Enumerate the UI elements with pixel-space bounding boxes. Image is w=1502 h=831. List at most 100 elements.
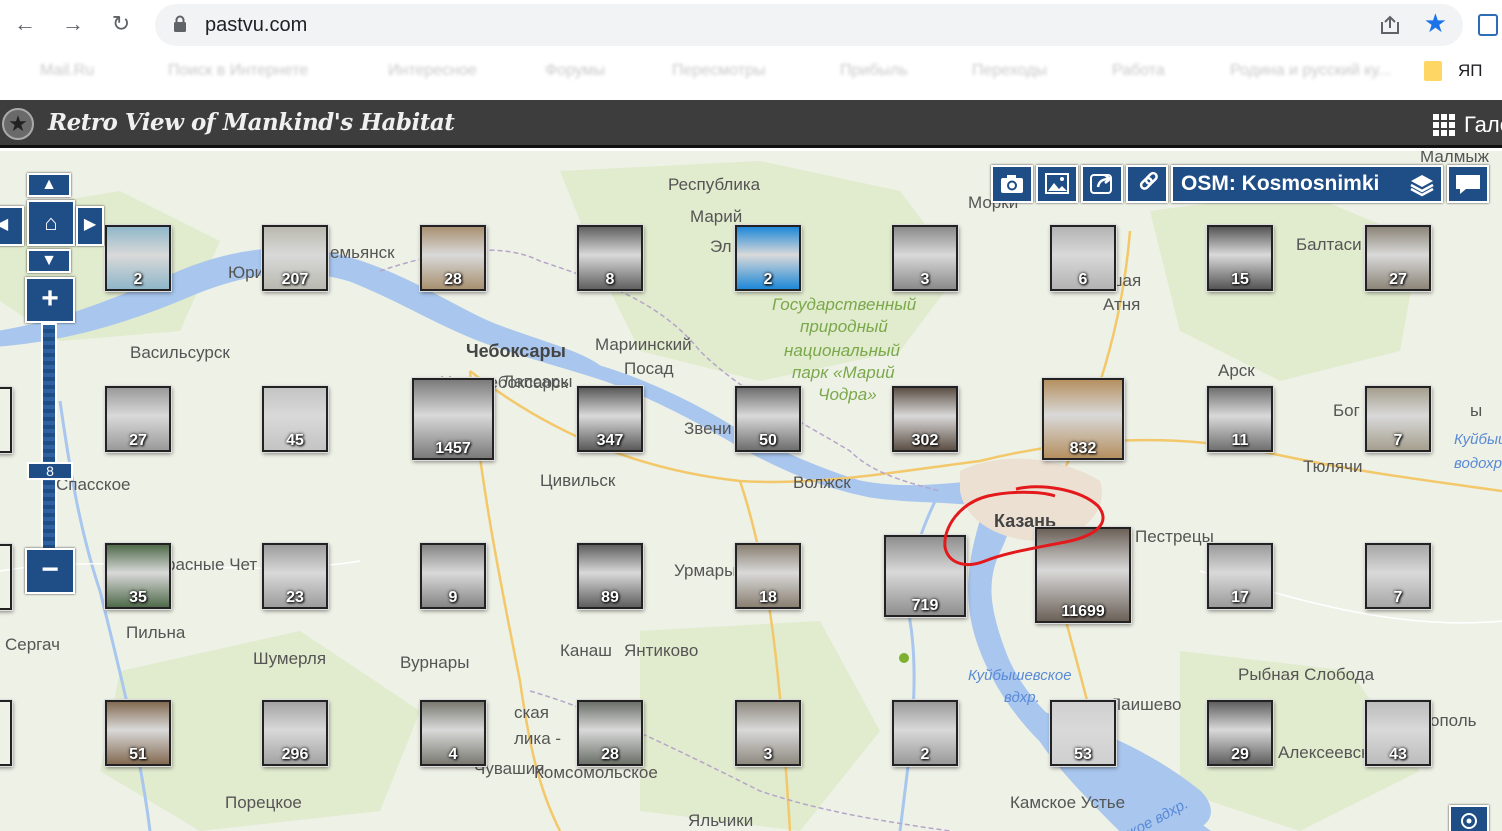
photo-cluster[interactable]: 28 bbox=[577, 700, 643, 766]
photo-cluster[interactable]: 3 bbox=[892, 225, 958, 291]
photo-cluster[interactable]: 1457 bbox=[412, 378, 494, 460]
photo-cluster[interactable]: 89 bbox=[577, 543, 643, 609]
bookmark-item[interactable]: Поиск в Интернете bbox=[168, 62, 308, 80]
reload-icon[interactable]: ↻ bbox=[105, 8, 137, 40]
share-map-button[interactable] bbox=[1081, 165, 1123, 203]
place-label: емьянск bbox=[330, 243, 395, 262]
pan-down-button[interactable]: ▼ bbox=[27, 249, 71, 273]
photo-cluster[interactable]: 28 bbox=[420, 225, 486, 291]
photo-cluster[interactable]: 27 bbox=[1365, 225, 1431, 291]
photo-cluster[interactable]: 3 bbox=[735, 700, 801, 766]
photo-cluster[interactable]: 296 bbox=[262, 700, 328, 766]
photo-cluster[interactable]: 2 bbox=[735, 225, 801, 291]
bookmark-item[interactable]: ЯП bbox=[1458, 61, 1483, 81]
photo-cluster[interactable]: 23 bbox=[262, 543, 328, 609]
bookmark-star-icon[interactable]: ★ bbox=[1424, 8, 1447, 39]
photo-count: 302 bbox=[911, 432, 939, 449]
place-label: Рыбная Слобода bbox=[1238, 665, 1375, 684]
zoom-level-indicator[interactable]: 8 bbox=[27, 462, 73, 480]
photo-cluster[interactable]: 27 bbox=[105, 386, 171, 452]
photo-cluster[interactable]: 53 bbox=[1050, 700, 1116, 766]
photo-cluster[interactable]: 8 bbox=[577, 225, 643, 291]
zoom-in-button[interactable]: + bbox=[25, 277, 75, 323]
photo-count: 53 bbox=[1074, 746, 1092, 763]
extension-icon[interactable] bbox=[1478, 14, 1498, 36]
photo-cluster[interactable]: 719 bbox=[884, 535, 966, 617]
place-label: Урмары bbox=[674, 561, 737, 580]
place-label: Марий bbox=[690, 207, 743, 226]
photo-cluster[interactable]: 18 bbox=[735, 543, 801, 609]
photo-cluster[interactable]: 2 bbox=[892, 700, 958, 766]
bookmark-item[interactable]: Форумы bbox=[545, 62, 605, 80]
bookmark-item[interactable]: Mail.Ru bbox=[40, 62, 94, 80]
bookmark-item[interactable]: Интересное bbox=[388, 62, 477, 80]
photo-cluster[interactable]: 302 bbox=[892, 386, 958, 452]
photo-cluster[interactable]: 43 bbox=[1365, 700, 1431, 766]
photo-cluster[interactable]: 832 bbox=[1042, 378, 1124, 460]
bookmark-item[interactable]: Родина и русский ку... bbox=[1230, 62, 1391, 80]
comments-button[interactable] bbox=[1447, 165, 1489, 203]
photo-cluster[interactable]: 347 bbox=[577, 386, 643, 452]
bookmark-item[interactable]: Переходы bbox=[972, 62, 1047, 80]
photo-cluster[interactable]: 207 bbox=[262, 225, 328, 291]
forward-icon[interactable]: → bbox=[57, 8, 89, 40]
photo-button[interactable] bbox=[1036, 165, 1078, 203]
photo-cluster[interactable]: 7 bbox=[1365, 386, 1431, 452]
place-label: Государственный bbox=[772, 295, 917, 314]
pan-left-button[interactable]: ◀ bbox=[0, 206, 24, 246]
map-layer-selector[interactable]: OSM: Kosmosnimki bbox=[1171, 165, 1443, 203]
place-label: водохранил bbox=[1454, 455, 1502, 472]
place-label: расные Чет bbox=[166, 555, 258, 574]
photo-count: 35 bbox=[129, 589, 147, 606]
map-area[interactable]: РеспубликаМарийЭлМоркиБалтасиЮриемьянскь… bbox=[0, 151, 1502, 831]
photo-cluster[interactable]: 9 bbox=[420, 543, 486, 609]
camera-button[interactable] bbox=[991, 165, 1033, 203]
address-bar[interactable]: pastvu.com ★ bbox=[155, 4, 1463, 46]
place-label: Тюлячи bbox=[1303, 457, 1363, 476]
photo-cluster[interactable]: 11 bbox=[1207, 386, 1273, 452]
photo-cluster[interactable]: 17 bbox=[1207, 543, 1273, 609]
photo-cluster[interactable]: 11699 bbox=[1035, 527, 1131, 623]
photo-cluster[interactable]: 51 bbox=[105, 700, 171, 766]
folder-icon[interactable] bbox=[1424, 61, 1442, 81]
url-text[interactable]: pastvu.com bbox=[205, 14, 307, 37]
link-button[interactable] bbox=[1126, 165, 1168, 203]
photo-count: 89 bbox=[601, 589, 619, 606]
place-label: Эл bbox=[710, 237, 732, 256]
site-title[interactable]: Retro View of Mankind's Habitat bbox=[48, 109, 455, 136]
photo-cluster[interactable]: 7 bbox=[1365, 543, 1431, 609]
zoom-slider[interactable] bbox=[41, 323, 57, 553]
place-label: Куйбышевское bbox=[968, 667, 1072, 684]
place-label: Юри bbox=[228, 263, 265, 282]
back-icon[interactable]: ← bbox=[9, 8, 41, 40]
photo-cluster[interactable]: 45 bbox=[262, 386, 328, 452]
photo-cluster-edge[interactable] bbox=[0, 700, 12, 766]
home-button[interactable]: ⌂ bbox=[27, 200, 75, 246]
photo-cluster-edge[interactable] bbox=[0, 544, 12, 610]
place-label: Посад bbox=[624, 359, 674, 378]
photo-cluster[interactable]: 15 bbox=[1207, 225, 1273, 291]
place-label: ы bbox=[1470, 401, 1483, 420]
pan-up-button[interactable]: ▲ bbox=[27, 173, 71, 197]
bookmark-item[interactable]: Прибыль bbox=[840, 62, 908, 80]
bookmark-item[interactable]: Пересмотры bbox=[672, 62, 765, 80]
photo-cluster[interactable]: 2 bbox=[105, 225, 171, 291]
share-icon[interactable] bbox=[1379, 14, 1401, 36]
photo-count: 43 bbox=[1389, 746, 1407, 763]
grid-menu-icon[interactable] bbox=[1433, 114, 1455, 136]
photo-cluster[interactable]: 29 bbox=[1207, 700, 1273, 766]
photo-cluster[interactable]: 50 bbox=[735, 386, 801, 452]
zoom-out-button[interactable]: − bbox=[25, 548, 75, 594]
photo-count: 51 bbox=[129, 746, 147, 763]
photo-count: 23 bbox=[286, 589, 304, 606]
pan-right-button[interactable]: ▶ bbox=[76, 206, 104, 246]
bookmark-item[interactable]: Работа bbox=[1112, 62, 1165, 80]
photo-cluster[interactable]: 4 bbox=[420, 700, 486, 766]
gallery-link[interactable]: Гале bbox=[1464, 112, 1502, 138]
logo-star-icon[interactable]: ★ bbox=[2, 108, 34, 140]
photo-cluster-edge[interactable] bbox=[0, 387, 12, 453]
photo-cluster[interactable]: 6 bbox=[1050, 225, 1116, 291]
photo-cluster[interactable]: 35 bbox=[105, 543, 171, 609]
place-label: Атня bbox=[1103, 295, 1141, 314]
locate-button[interactable] bbox=[1449, 805, 1489, 831]
